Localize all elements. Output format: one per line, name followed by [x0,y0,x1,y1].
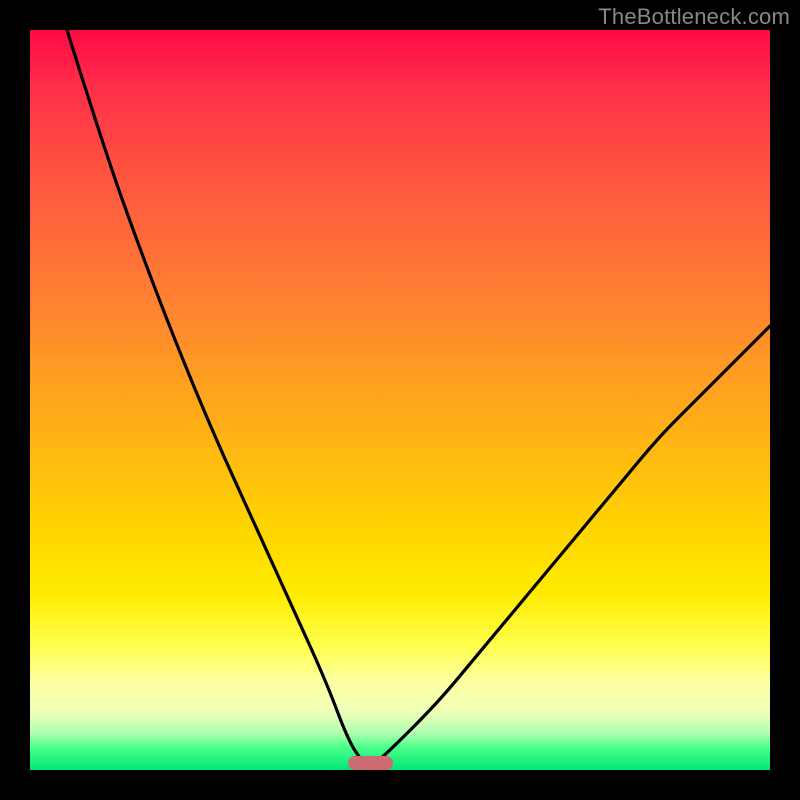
optimum-marker [348,756,392,770]
chart-container: TheBottleneck.com [0,0,800,800]
bottleneck-curve [67,30,770,765]
curve-svg [30,30,770,770]
watermark-text: TheBottleneck.com [598,4,790,30]
plot-area [30,30,770,770]
